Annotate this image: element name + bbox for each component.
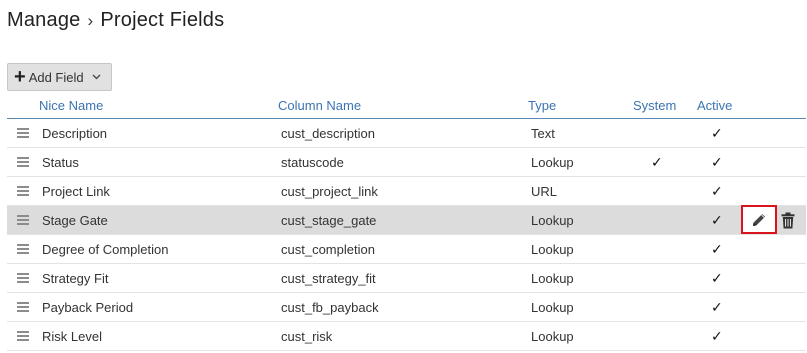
trash-icon (781, 212, 795, 228)
table-header: Nice Name Column Name Type System Active (7, 95, 806, 119)
cell-column-name: statuscode (281, 155, 344, 170)
breadcrumb: Manage › Project Fields (7, 9, 224, 32)
drag-handle-icon[interactable] (17, 128, 29, 138)
page: Manage › Project Fields + Add Field Nice… (0, 0, 807, 353)
cell-column-name: cust_project_link (281, 184, 378, 199)
cell-active-check: ✓ (711, 270, 723, 286)
drag-handle-icon[interactable] (17, 244, 29, 254)
breadcrumb-manage[interactable]: Manage (7, 9, 80, 32)
cell-type: Lookup (531, 242, 574, 257)
cell-type: Lookup (531, 300, 574, 315)
table-row[interactable]: Degree of Completion cust_completion Loo… (7, 235, 806, 264)
chevron-down-icon[interactable] (92, 74, 101, 80)
cell-column-name: cust_strategy_fit (281, 271, 376, 286)
cell-type: Lookup (531, 271, 574, 286)
cell-active-check: ✓ (711, 212, 723, 228)
cell-column-name: cust_risk (281, 329, 333, 344)
cell-nice-name: Project Link (42, 184, 110, 199)
cell-nice-name: Payback Period (42, 300, 134, 315)
pencil-icon (753, 213, 765, 226)
cell-column-name: cust_stage_gate (281, 213, 377, 228)
cell-nice-name: Stage Gate (42, 213, 108, 228)
cell-type: Lookup (531, 329, 574, 344)
cell-active-check: ✓ (711, 328, 723, 344)
header-column-name[interactable]: Column Name (278, 98, 361, 113)
drag-handle-icon[interactable] (17, 186, 29, 196)
table-body: Description cust_description Text ✓ Stat… (7, 119, 806, 351)
cell-active-check: ✓ (711, 241, 723, 257)
fields-table: Nice Name Column Name Type System Active… (7, 95, 806, 351)
cell-active-check: ✓ (711, 154, 723, 170)
cell-column-name: cust_fb_payback (281, 300, 379, 315)
cell-type: URL (531, 184, 558, 199)
cell-active-check: ✓ (711, 183, 723, 199)
delete-field-button[interactable] (779, 210, 797, 230)
cell-nice-name: Strategy Fit (42, 271, 109, 286)
cell-type: Lookup (531, 213, 574, 228)
cell-active-check: ✓ (711, 299, 723, 315)
table-row[interactable]: Description cust_description Text ✓ (7, 119, 806, 148)
cell-system-check: ✓ (651, 154, 663, 170)
edit-field-button[interactable] (741, 205, 777, 234)
table-row[interactable]: Status statuscode Lookup ✓ ✓ (7, 148, 806, 177)
cell-active-check: ✓ (711, 125, 723, 141)
header-nice-name[interactable]: Nice Name (39, 98, 103, 113)
cell-type: Text (531, 126, 555, 141)
cell-column-name: cust_completion (281, 242, 375, 257)
cell-nice-name: Description (42, 126, 108, 141)
drag-handle-icon[interactable] (17, 331, 29, 341)
header-active[interactable]: Active (697, 98, 732, 113)
table-row[interactable]: Payback Period cust_fb_payback Lookup ✓ (7, 293, 806, 322)
add-field-label: Add Field (28, 69, 84, 85)
table-row[interactable]: Strategy Fit cust_strategy_fit Lookup ✓ (7, 264, 806, 293)
header-type[interactable]: Type (528, 98, 556, 113)
breadcrumb-separator: › (87, 10, 94, 30)
drag-handle-icon[interactable] (17, 273, 29, 283)
drag-handle-icon[interactable] (17, 302, 29, 312)
table-row[interactable]: Stage Gate cust_stage_gate Lookup ✓ (7, 205, 806, 235)
page-title: Project Fields (100, 9, 225, 31)
table-row[interactable]: Project Link cust_project_link URL ✓ (7, 177, 806, 206)
table-row[interactable]: Risk Level cust_risk Lookup ✓ (7, 322, 806, 351)
cell-nice-name: Risk Level (42, 329, 102, 344)
cell-type: Lookup (531, 155, 574, 170)
drag-handle-icon[interactable] (17, 157, 29, 167)
header-system[interactable]: System (633, 98, 676, 113)
cell-column-name: cust_description (281, 126, 375, 141)
cell-nice-name: Status (42, 155, 79, 170)
add-field-button[interactable]: + Add Field (7, 63, 112, 91)
drag-handle-icon[interactable] (17, 215, 29, 225)
cell-nice-name: Degree of Completion (42, 242, 169, 257)
plus-icon: + (14, 66, 26, 88)
